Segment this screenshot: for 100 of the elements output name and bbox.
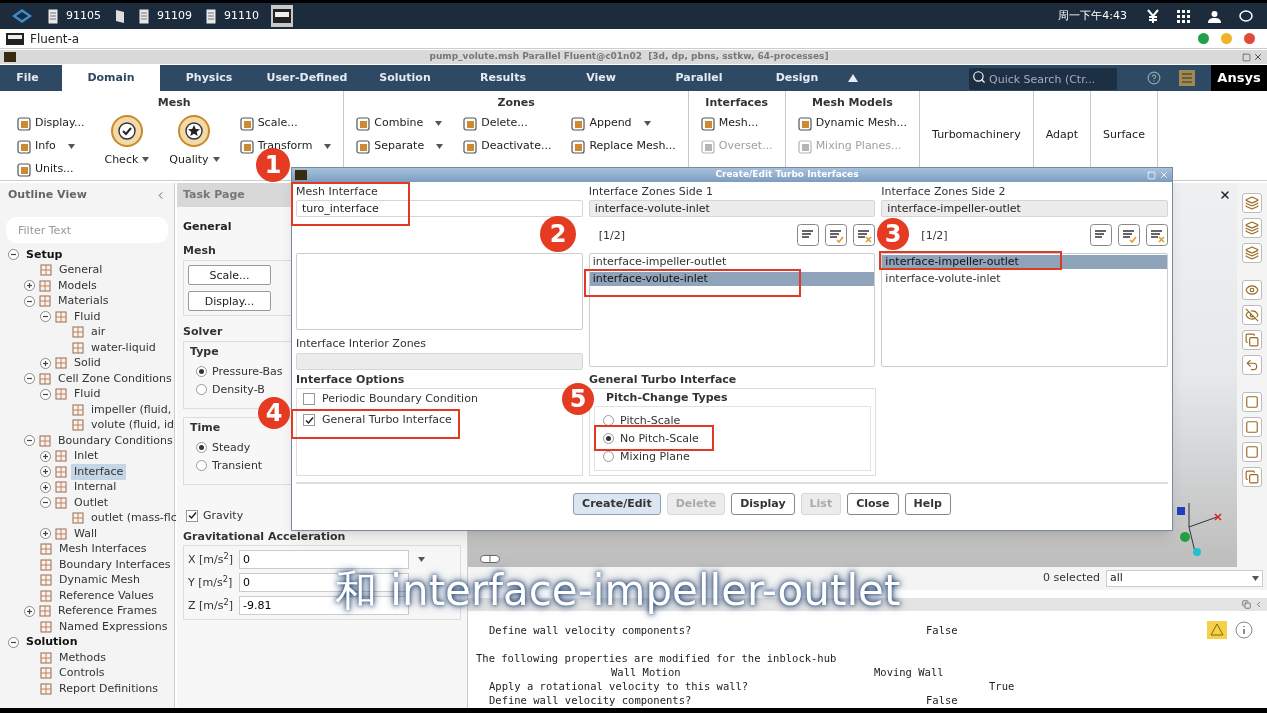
tree-item[interactable]: volute (fluid, id [88, 417, 178, 434]
collapse-icon[interactable] [24, 435, 35, 447]
dialog-button[interactable]: Display [731, 493, 795, 515]
filter-dropdown[interactable]: all [1106, 570, 1263, 587]
dialog-button[interactable]: Help [904, 493, 951, 515]
eye-icon[interactable] [1242, 280, 1262, 300]
collapse-icon[interactable] [40, 388, 51, 400]
tree-item[interactable]: Fluid [71, 386, 104, 403]
tree-item[interactable]: Named Expressions [56, 618, 171, 635]
layers-icon[interactable] [1242, 193, 1262, 213]
list-clear-icon[interactable] [1146, 224, 1168, 246]
ribbon-group-title[interactable]: Adapt [1045, 127, 1078, 144]
tree-item[interactable]: Boundary Interfaces [56, 556, 174, 573]
radio-button[interactable] [196, 459, 207, 471]
undo-icon[interactable] [1242, 355, 1262, 375]
list-item[interactable]: interface-impeller-outlet [882, 255, 1167, 269]
list-icon[interactable] [797, 224, 820, 246]
ribbon-tab[interactable]: Domain [62, 65, 160, 91]
tree-item[interactable]: Reference Frames [55, 603, 160, 620]
radio-button[interactable] [603, 414, 614, 426]
collapse-icon[interactable] [24, 373, 35, 385]
collapse-icon[interactable] [40, 311, 51, 323]
tree-item[interactable]: water-liquid [88, 339, 159, 356]
layers-icon[interactable] [1242, 243, 1262, 263]
dialog-button[interactable]: Close [847, 493, 899, 515]
tree-item[interactable]: Internal [71, 479, 120, 496]
ribbon-button[interactable]: Combine [352, 113, 448, 134]
name-field[interactable]: turo_interface [296, 200, 583, 217]
chat-icon[interactable] [1239, 9, 1253, 23]
ribbon-button[interactable]: Replace Mesh... [567, 136, 680, 157]
input-field[interactable]: 0 [239, 550, 409, 569]
close-icon[interactable] [1219, 189, 1231, 201]
radio-button[interactable] [196, 383, 207, 395]
ribbon-button[interactable]: Units... [13, 159, 89, 180]
layers-icon[interactable] [1242, 218, 1262, 238]
grid-icon[interactable] [1177, 9, 1190, 23]
ribbon-tab[interactable]: Results [454, 65, 552, 91]
radio-button[interactable] [196, 365, 207, 377]
user-icon[interactable] [1208, 9, 1221, 23]
ribbon-tab[interactable]: View [552, 65, 650, 91]
expand-icon[interactable] [40, 450, 51, 462]
tree-item[interactable]: impeller (fluid, [88, 401, 175, 418]
ribbon-button[interactable]: Dynamic Mesh... [793, 113, 912, 134]
expand-icon[interactable] [40, 528, 51, 540]
square-icon[interactable] [1242, 392, 1262, 412]
tree-item[interactable]: Materials [55, 293, 112, 310]
dialog-button[interactable]: Create/Edit [573, 493, 661, 515]
ribbon-tab[interactable]: User-Defined [258, 65, 356, 91]
tree-item[interactable]: Boundary Conditions [55, 432, 176, 449]
display-button[interactable]: Display... [188, 291, 271, 311]
taskbar-item[interactable] [271, 5, 293, 27]
expand-icon[interactable] [40, 466, 51, 478]
tree-item[interactable]: Solution [23, 634, 81, 651]
tree-item[interactable]: Controls [56, 665, 108, 682]
taskbar-item[interactable]: 91110 [204, 5, 261, 27]
scale-button[interactable]: Scale... [188, 265, 271, 285]
radio-button[interactable] [196, 441, 207, 453]
list-clear-icon[interactable] [853, 224, 876, 246]
radio-button[interactable] [603, 450, 614, 462]
radio-button[interactable] [603, 432, 614, 444]
tree-item[interactable]: Interface [71, 463, 127, 480]
checkbox[interactable] [186, 509, 198, 522]
ribbon-button[interactable]: Append [567, 113, 680, 134]
tree-item[interactable]: Cell Zone Conditions [55, 370, 175, 387]
collapse-icon[interactable] [40, 497, 51, 509]
taskbar-item[interactable]: 91109 [137, 5, 194, 27]
taskbar-item[interactable]: 91105 [46, 5, 103, 27]
tree-item[interactable]: Wall [71, 525, 101, 542]
tree-item[interactable]: General [56, 262, 106, 279]
quick-search-field[interactable]: Quick Search (Ctr... [969, 68, 1117, 91]
ribbon-button[interactable]: Mesh... [696, 113, 777, 134]
tree-item[interactable]: Dynamic Mesh [56, 572, 143, 589]
copy-icon[interactable] [1242, 330, 1262, 350]
ribbon-button[interactable]: Delete... [459, 113, 556, 134]
ribbon-group-title[interactable]: Turbomachinery [932, 127, 1021, 144]
expand-icon[interactable] [24, 605, 35, 617]
logo-icon[interactable] [10, 7, 34, 25]
tree-item[interactable]: outlet (mass-flc [88, 510, 180, 527]
expand-icon[interactable] [40, 357, 51, 369]
list-item[interactable]: interface-volute-inlet [882, 272, 1167, 286]
eye-off-icon[interactable] [1242, 305, 1262, 325]
list-check-icon[interactable] [825, 224, 848, 246]
minimize-button[interactable] [1198, 33, 1209, 44]
ribbon-large-button[interactable]: Check [100, 113, 154, 168]
toggle-icon[interactable] [480, 555, 500, 563]
info-icon[interactable] [1235, 621, 1253, 639]
checkbox[interactable] [303, 393, 315, 405]
collapse-icon[interactable] [24, 295, 35, 307]
square-icon[interactable] [1242, 442, 1262, 462]
help-icon[interactable] [1147, 71, 1161, 85]
ribbon-button[interactable]: Info [13, 136, 89, 157]
checkbox[interactable] [303, 414, 315, 426]
tree-item[interactable]: Setup [23, 246, 66, 263]
tree-item[interactable]: Fluid [71, 308, 104, 325]
expand-icon[interactable] [40, 481, 51, 493]
copy-icon[interactable] [1242, 467, 1262, 487]
ribbon-tab[interactable]: File [0, 65, 55, 91]
warning-icon[interactable] [1207, 621, 1227, 639]
list-check-icon[interactable] [1118, 224, 1140, 246]
list-icon[interactable] [1090, 224, 1112, 246]
